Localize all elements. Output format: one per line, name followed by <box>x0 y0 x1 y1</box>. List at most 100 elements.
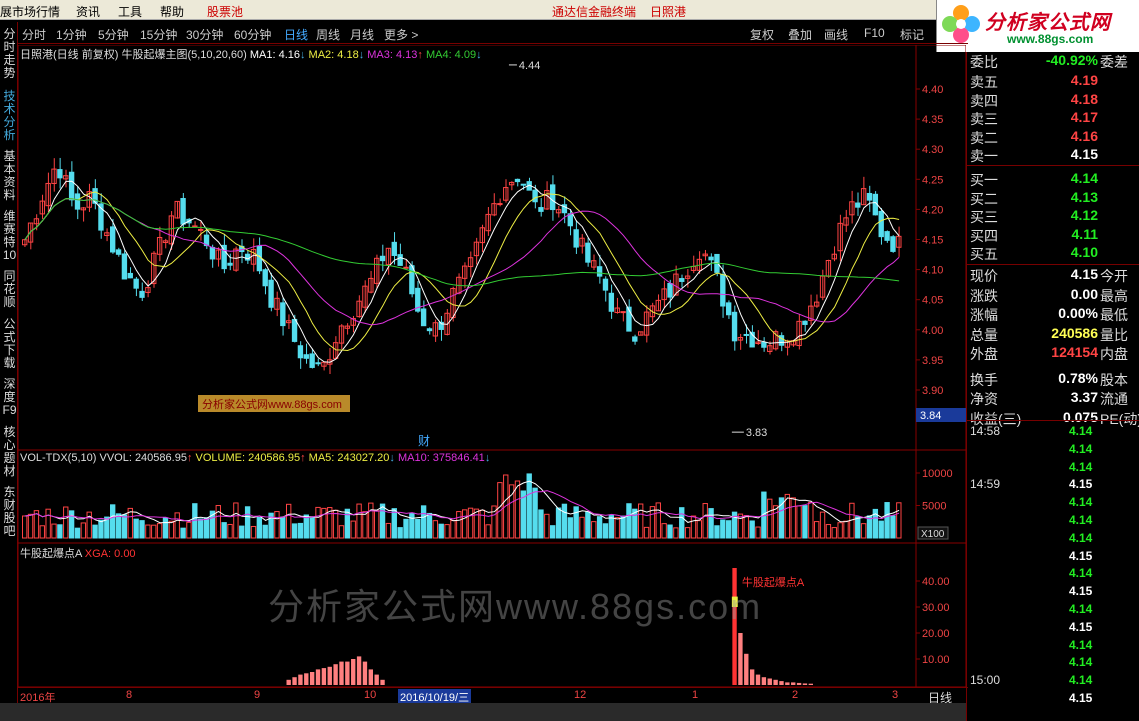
volume-bar <box>315 506 321 539</box>
ind-bar <box>368 669 373 685</box>
tick-time: 14:59 <box>970 477 1001 492</box>
bid-price: 4.10 <box>1070 244 1098 260</box>
ind-bar <box>304 673 309 685</box>
volume-bar <box>673 527 679 539</box>
price-tick-label: 4.20 <box>922 204 943 216</box>
period-1min[interactable]: 1分钟 <box>56 26 87 43</box>
ask-price: 4.17 <box>1070 109 1098 125</box>
bid-price: 4.13 <box>1070 188 1098 205</box>
volume-bar <box>514 480 521 539</box>
candle-body <box>303 354 309 359</box>
volume-bar <box>180 527 186 539</box>
period-more[interactable]: 更多 > <box>384 26 418 43</box>
tab-depth-f9[interactable]: 深度F9 <box>2 378 17 417</box>
menu-market[interactable]: 展市场行情 <box>0 3 60 20</box>
candle-body <box>596 266 603 277</box>
period-timeshare[interactable]: 分时 <box>22 26 46 43</box>
vvol-label: VVOL: 240586.95 <box>99 452 187 464</box>
f10-button[interactable]: F10 <box>864 26 885 40</box>
period-weekly[interactable]: 周线 <box>316 26 340 43</box>
candle-body <box>802 320 808 325</box>
ask-label: 卖三 <box>970 111 998 127</box>
candle-body <box>291 318 298 342</box>
volume-bar <box>162 517 169 539</box>
volume-bar <box>638 503 644 539</box>
tick-price: 4.14 <box>1069 424 1093 438</box>
period-daily[interactable]: 日线 <box>284 26 308 43</box>
tick-row: 4.14 <box>967 495 1139 513</box>
menu-tools[interactable]: 工具 <box>118 3 142 20</box>
tab-formula-download[interactable]: 公式下载 <box>2 318 17 370</box>
bid-label: 买二 <box>970 190 998 207</box>
ind-bar <box>744 653 749 685</box>
candle-body <box>585 242 591 263</box>
tab-basic-info[interactable]: 基本资料 <box>2 150 17 202</box>
ind-bar <box>767 678 772 685</box>
tick-row: 4.14 <box>967 655 1139 673</box>
volume-bar <box>585 511 591 539</box>
draw-button[interactable]: 画线 <box>824 26 848 43</box>
menu-help[interactable]: 帮助 <box>160 3 184 20</box>
tick-row: 4.14 <box>967 602 1139 620</box>
price-tick-label: 3.90 <box>922 385 943 397</box>
horizontal-scrollbar[interactable] <box>0 703 966 721</box>
candle-body <box>667 282 673 298</box>
volume-bar <box>297 522 304 539</box>
volume-bar <box>338 525 345 539</box>
tick-price: 4.15 <box>1069 548 1093 563</box>
candle-body <box>426 328 433 332</box>
ask-price: 4.15 <box>1070 146 1098 162</box>
date-tick: 12 <box>574 689 587 701</box>
adjust-button[interactable]: 复权 <box>750 26 774 43</box>
volume-bar <box>374 510 380 539</box>
mark-button[interactable]: 标记 <box>900 26 924 43</box>
volume-bar <box>350 520 356 539</box>
volume-bar <box>139 520 145 539</box>
menu-stock-pool[interactable]: 股票池 <box>207 3 243 20</box>
stat-extra-label: 流通 <box>1100 391 1128 407</box>
tab-tonghuashun[interactable]: 同花顺 <box>2 270 17 309</box>
tick-row: 4.14 <box>967 442 1139 460</box>
bid-price: 4.12 <box>1070 207 1098 223</box>
volume-bar <box>57 524 63 539</box>
tab-tech-analysis[interactable]: 技术分析 <box>2 90 17 142</box>
tab-core-topics[interactable]: 核心题材 <box>2 426 17 478</box>
stock-name-label: 日照港(日线 前复权) <box>20 49 119 61</box>
bid-price: 4.14 <box>1070 170 1098 186</box>
tab-timeshare[interactable]: 分时走势 <box>2 28 17 80</box>
price-tick-label: 4.40 <box>922 84 943 96</box>
tab-weisaite[interactable]: 维赛特10 <box>2 210 17 262</box>
ind-bar <box>738 633 743 685</box>
overlay-button[interactable]: 叠加 <box>788 26 812 43</box>
stat-value: 240586 <box>1051 324 1098 341</box>
period-30min[interactable]: 30分钟 <box>186 26 223 43</box>
indicator-header: 牛股起爆点A XGA: 0.00 <box>20 545 136 561</box>
tick-price: 4.14 <box>1069 495 1093 510</box>
volume-bar <box>532 487 538 539</box>
period-60min[interactable]: 60分钟 <box>234 26 271 43</box>
price-header: 日照港(日线 前复权) 牛股起爆主图(5,10,20,60) MA1: 4.16… <box>20 46 482 62</box>
volume-bar <box>614 517 620 539</box>
ind-bar <box>796 682 802 685</box>
tab-eastmoney-forum[interactable]: 东财股吧 <box>2 486 17 538</box>
volume-bar <box>684 527 691 539</box>
period-15min[interactable]: 15分钟 <box>140 26 177 43</box>
ask-price: 4.18 <box>1070 90 1098 107</box>
volume-header: VOL-TDX(5,10) VVOL: 240586.95↑ VOLUME: 2… <box>20 452 490 464</box>
tick-row: 4.15 <box>967 549 1139 567</box>
period-5min[interactable]: 5分钟 <box>98 26 129 43</box>
volume-bar <box>467 507 474 539</box>
arrow-down-icon: ↓ <box>299 49 306 61</box>
volume-bar <box>602 523 609 539</box>
ind-tick-label: 20.00 <box>922 628 950 640</box>
tick-price: 4.15 <box>1069 619 1093 634</box>
ask-row: 卖三 4.17 <box>967 109 1139 128</box>
volume-bar <box>726 520 732 539</box>
menu-news[interactable]: 资讯 <box>76 3 100 20</box>
period-monthly[interactable]: 月线 <box>350 26 374 43</box>
volume-bar <box>74 527 81 539</box>
volume-bar <box>714 525 720 539</box>
volume-bar <box>80 522 87 539</box>
tick-row: 4.14 <box>967 460 1139 478</box>
volume-bar <box>579 516 585 539</box>
